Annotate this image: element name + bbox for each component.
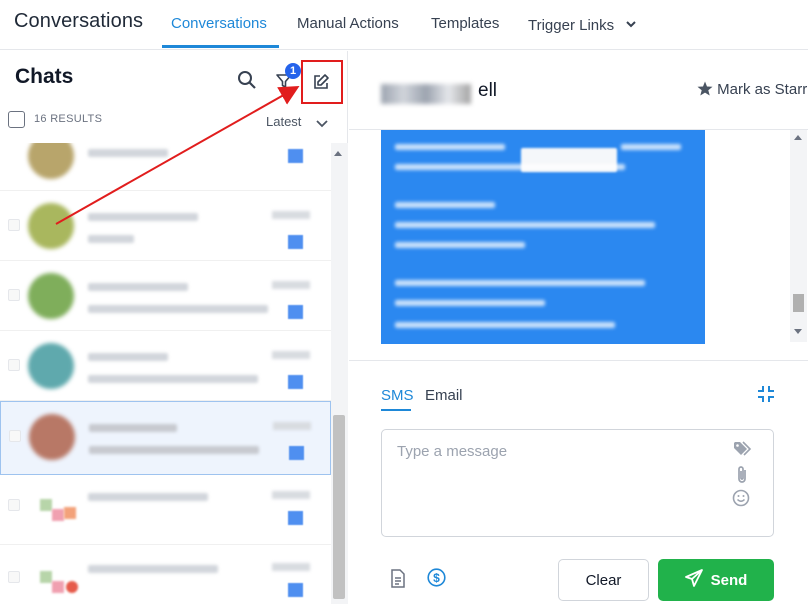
top-navigation: Conversations Conversations Manual Actio… [0,0,808,50]
active-channel-underline [381,409,411,411]
avatar [29,414,75,460]
chevron-down-icon [626,15,637,32]
mark-as-starred-button[interactable]: Mark as Starr [697,81,807,98]
chat-list-item[interactable] [0,545,331,604]
scroll-up-arrow[interactable] [794,135,802,140]
send-icon [684,569,703,591]
emoji-icon[interactable] [732,489,750,512]
app-title: Conversations [14,10,144,32]
svg-text:$: $ [433,571,440,585]
tab-conversations[interactable]: Conversations [171,15,267,32]
sort-dropdown[interactable]: Latest [266,114,301,129]
contact-name-redacted [381,84,471,104]
unread-indicator [288,305,303,319]
scroll-up-arrow[interactable] [334,151,342,156]
avatar [28,203,74,249]
tab-sms[interactable]: SMS [381,387,414,404]
unread-indicator [289,446,304,460]
attachment-icon[interactable] [736,465,748,490]
tab-trigger-links[interactable]: Trigger Links [528,15,637,34]
chat-list-item[interactable] [0,331,331,401]
chat-list [0,143,331,604]
unread-indicator [288,583,303,597]
star-label: Mark as Starr [717,81,808,98]
tab-manual-actions[interactable]: Manual Actions [297,15,399,32]
select-all-checkbox[interactable] [8,111,25,128]
unread-indicator [288,235,303,249]
row-checkbox[interactable] [9,430,21,442]
avatar [28,343,74,389]
row-checkbox[interactable] [8,289,20,301]
star-icon [697,81,717,98]
row-checkbox[interactable] [8,571,20,583]
chat-list-panel: Chats 1 16 RESULTS Latest [0,51,348,604]
tab-email[interactable]: Email [425,387,463,404]
results-count: 16 RESULTS [34,113,103,125]
avatar [28,273,74,319]
active-tab-underline [162,45,279,48]
tag-icon[interactable] [733,441,753,462]
chat-list-item[interactable] [0,191,331,261]
chat-list-item-selected[interactable] [0,401,331,475]
send-label: Send [710,571,748,589]
message-scroll-thumb[interactable] [793,294,804,312]
contact-name: ell [478,80,498,101]
message-input[interactable]: Type a message [381,429,774,537]
message-thread [349,130,808,360]
row-checkbox[interactable] [8,499,20,511]
template-icon[interactable] [390,569,406,593]
tab-trigger-links-label: Trigger Links [528,17,615,34]
unread-indicator [288,511,303,525]
send-button[interactable]: Send [658,559,774,601]
search-icon[interactable] [236,69,258,91]
clear-button[interactable]: Clear [558,559,649,601]
compose-icon[interactable] [309,70,333,94]
row-checkbox[interactable] [8,219,20,231]
chevron-down-icon[interactable] [316,115,328,133]
chat-list-item[interactable] [0,475,331,545]
chats-title: Chats [15,65,74,88]
collapse-icon[interactable] [757,385,775,408]
scroll-down-arrow[interactable] [794,329,802,334]
unread-indicator [288,375,303,389]
row-checkbox[interactable] [8,359,20,371]
tab-templates[interactable]: Templates [431,15,499,32]
chat-list-scroll-thumb[interactable] [333,415,345,599]
avatar [28,143,74,179]
chat-list-item[interactable] [0,143,331,191]
message-placeholder: Type a message [397,443,508,460]
message-bubble [381,130,705,344]
unread-indicator [288,149,303,163]
payment-icon[interactable]: $ [427,568,446,592]
conversation-panel: ell Mark as Starr SMS Email Type a messa… [349,51,808,604]
filter-count-badge: 1 [285,63,301,79]
chat-list-item[interactable] [0,261,331,331]
